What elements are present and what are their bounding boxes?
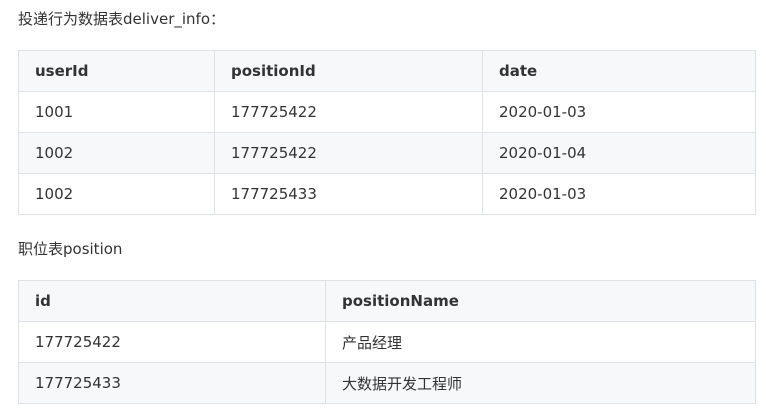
- position-table: id positionName 177725422 产品经理 177725433…: [18, 280, 756, 404]
- cell-userid: 1002: [18, 132, 215, 174]
- cell-date: 2020-01-03: [482, 91, 756, 133]
- table-row: 177725433 大数据开发工程师: [18, 362, 756, 404]
- cell-date: 2020-01-03: [482, 173, 756, 215]
- table-row: 1001 177725422 2020-01-03: [18, 91, 756, 133]
- table-row: 1002 177725433 2020-01-03: [18, 173, 756, 215]
- table-header-row: id positionName: [18, 280, 756, 322]
- cell-userid: 1001: [18, 91, 215, 133]
- cell-id: 177725422: [18, 321, 326, 363]
- table-header-row: userId positionId date: [18, 50, 756, 92]
- cell-positionid: 177725422: [214, 132, 483, 174]
- cell-positionid: 177725422: [214, 91, 483, 133]
- table-row: 1002 177725422 2020-01-04: [18, 132, 756, 174]
- position-caption: 职位表position: [18, 240, 123, 258]
- column-header-positionname: positionName: [325, 280, 756, 322]
- cell-id: 177725433: [18, 362, 326, 404]
- column-header-date: date: [482, 50, 756, 92]
- column-header-positionid: positionId: [214, 50, 483, 92]
- cell-positionname: 大数据开发工程师: [325, 362, 756, 404]
- cell-userid: 1002: [18, 173, 215, 215]
- table-row: 177725422 产品经理: [18, 321, 756, 363]
- deliver-info-caption: 投递行为数据表deliver_info：: [18, 10, 225, 28]
- column-header-id: id: [18, 280, 326, 322]
- cell-positionid: 177725433: [214, 173, 483, 215]
- cell-date: 2020-01-04: [482, 132, 756, 174]
- deliver-info-table: userId positionId date 1001 177725422 20…: [18, 50, 756, 215]
- cell-positionname: 产品经理: [325, 321, 756, 363]
- column-header-userid: userId: [18, 50, 215, 92]
